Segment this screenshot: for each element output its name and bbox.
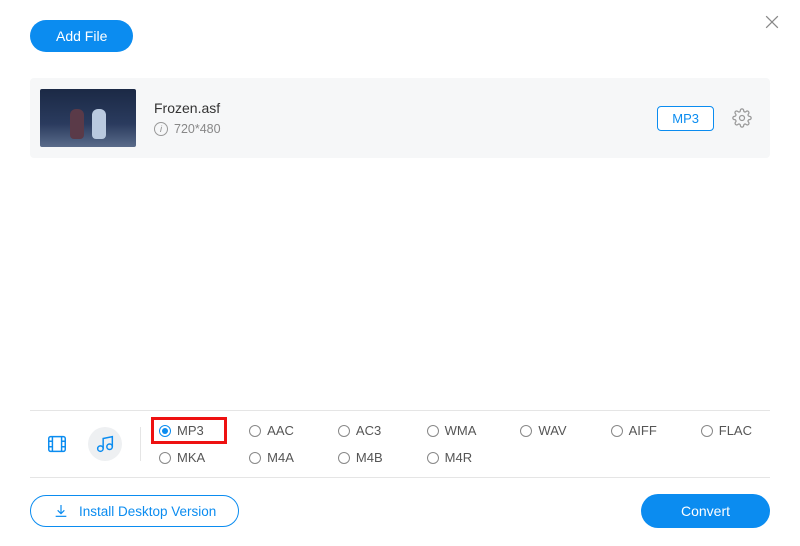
close-icon[interactable] <box>762 12 782 32</box>
file-thumbnail <box>40 89 136 147</box>
format-option-wav[interactable]: WAV <box>516 421 584 440</box>
radio-icon <box>249 452 261 464</box>
install-desktop-label: Install Desktop Version <box>79 504 216 519</box>
format-selector-row: MP3 AAC AC3 WMA WAV AIFF FLAC MKA M4A M4B M4R <box>30 410 770 478</box>
mode-switch <box>40 427 141 461</box>
file-name: Frozen.asf <box>154 100 657 116</box>
action-row: Install Desktop Version Convert <box>30 494 770 528</box>
format-option-wma[interactable]: WMA <box>423 421 495 440</box>
gear-icon[interactable] <box>732 108 752 128</box>
radio-icon <box>611 425 623 437</box>
format-option-mka[interactable]: MKA <box>155 448 223 467</box>
format-option-ac3[interactable]: AC3 <box>334 421 401 440</box>
install-desktop-button[interactable]: Install Desktop Version <box>30 495 239 527</box>
format-option-aac[interactable]: AAC <box>245 421 312 440</box>
format-option-flac[interactable]: FLAC <box>697 421 770 440</box>
radio-icon <box>427 425 439 437</box>
video-mode-icon[interactable] <box>40 427 74 461</box>
radio-icon <box>520 425 532 437</box>
format-option-mp3[interactable]: MP3 <box>155 421 223 440</box>
format-label: MKA <box>177 450 205 465</box>
file-card: Frozen.asf i 720*480 MP3 <box>30 78 770 158</box>
format-option-aiff[interactable]: AIFF <box>607 421 675 440</box>
format-label: M4B <box>356 450 383 465</box>
radio-icon <box>159 452 171 464</box>
format-label: WAV <box>538 423 566 438</box>
radio-icon <box>159 425 171 437</box>
format-label: AC3 <box>356 423 381 438</box>
formats-grid: MP3 AAC AC3 WMA WAV AIFF FLAC MKA M4A M4B M4R <box>155 421 770 467</box>
file-meta: Frozen.asf i 720*480 <box>154 100 657 136</box>
output-format-badge[interactable]: MP3 <box>657 106 714 131</box>
format-label: AAC <box>267 423 294 438</box>
bottom-panel: MP3 AAC AC3 WMA WAV AIFF FLAC MKA M4A M4B M4R Inst… <box>30 410 770 528</box>
format-option-m4r[interactable]: M4R <box>423 448 495 467</box>
format-option-m4b[interactable]: M4B <box>334 448 401 467</box>
radio-icon <box>249 425 261 437</box>
info-icon[interactable]: i <box>154 122 168 136</box>
radio-icon <box>427 452 439 464</box>
format-option-m4a[interactable]: M4A <box>245 448 312 467</box>
add-file-button[interactable]: Add File <box>30 20 133 52</box>
format-label: AIFF <box>629 423 657 438</box>
radio-icon <box>701 425 713 437</box>
file-resolution-row: i 720*480 <box>154 122 657 136</box>
format-label: MP3 <box>177 423 204 438</box>
format-label: FLAC <box>719 423 752 438</box>
file-resolution: 720*480 <box>174 122 221 136</box>
format-label: M4A <box>267 450 294 465</box>
format-label: M4R <box>445 450 472 465</box>
radio-icon <box>338 425 350 437</box>
convert-button[interactable]: Convert <box>641 494 770 528</box>
audio-mode-icon[interactable] <box>88 427 122 461</box>
radio-icon <box>338 452 350 464</box>
format-label: WMA <box>445 423 477 438</box>
download-icon <box>53 503 69 519</box>
